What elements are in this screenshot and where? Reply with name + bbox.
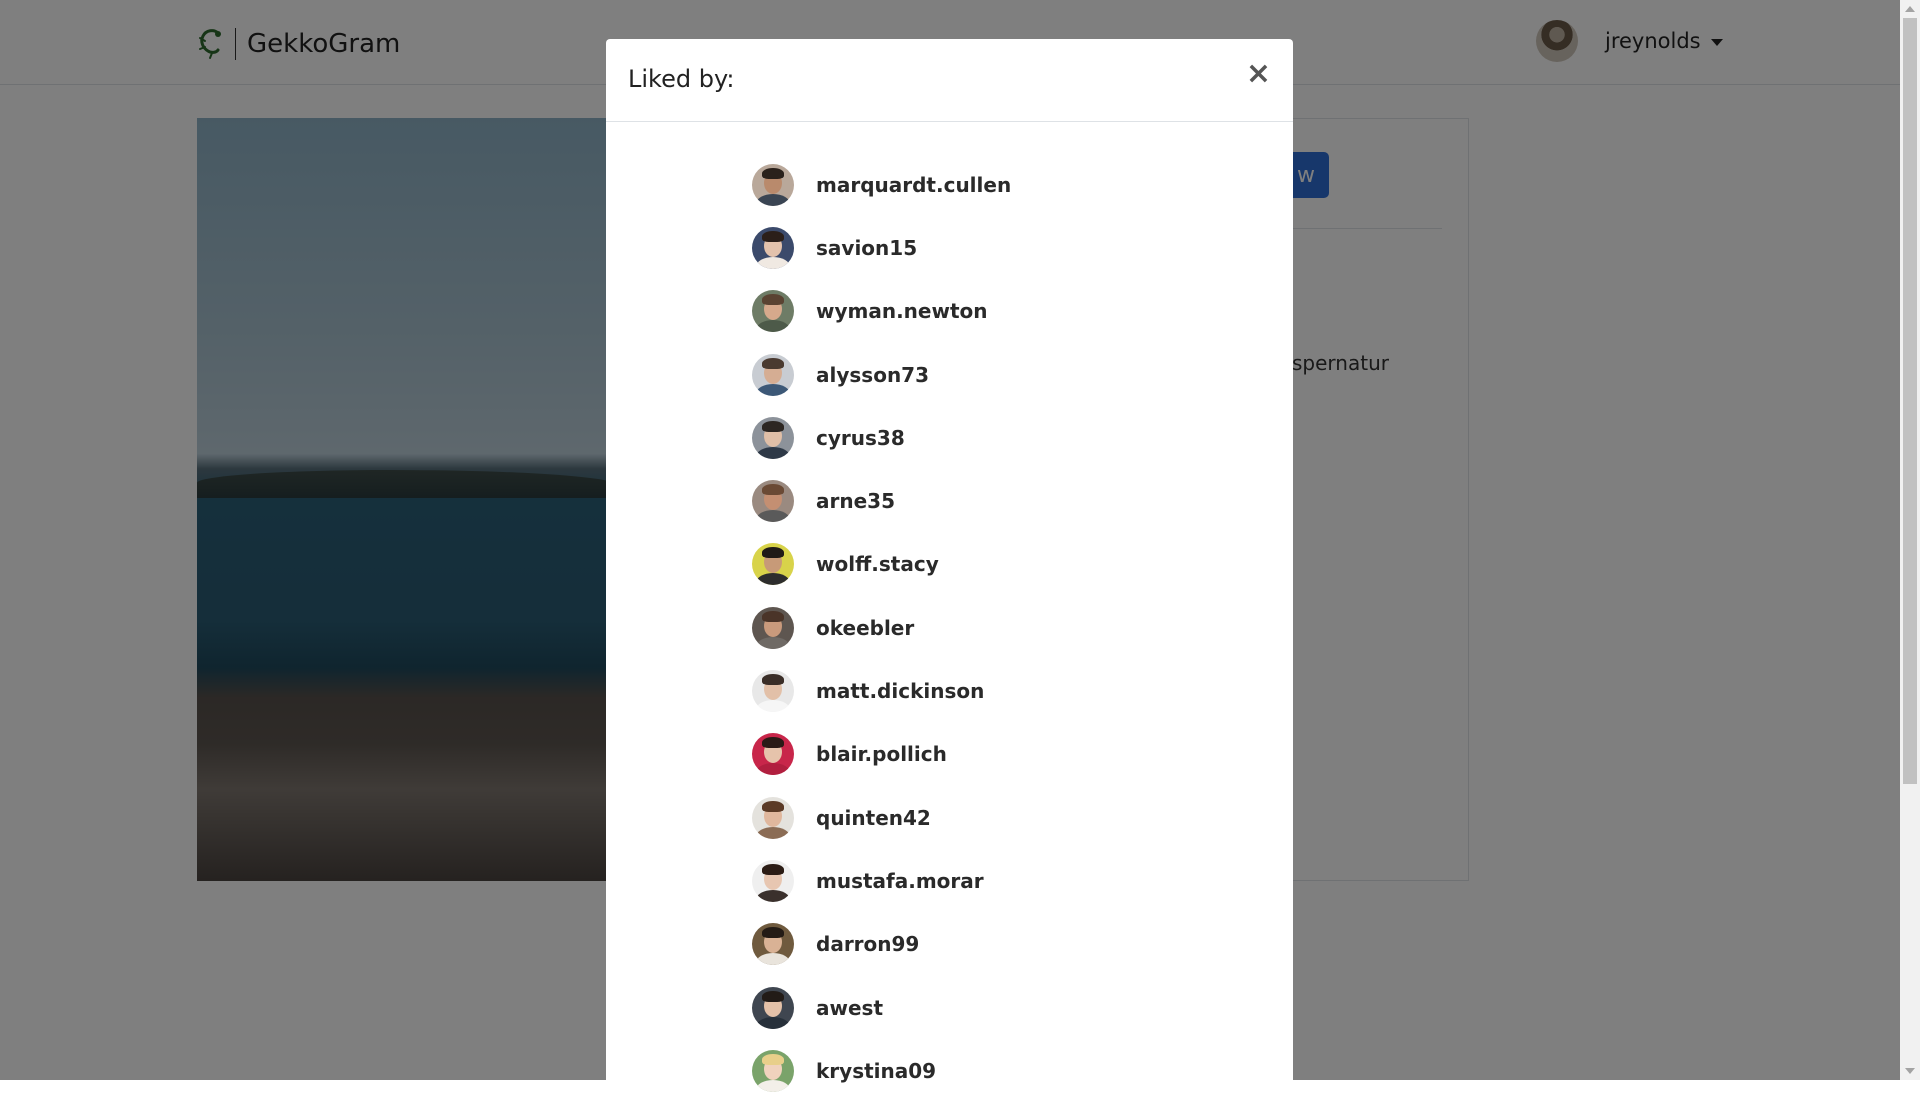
- avatar-hair: [762, 927, 784, 939]
- liker-avatar[interactable]: [752, 353, 794, 396]
- modal-header: Liked by: ×: [606, 39, 1293, 122]
- like-list-item[interactable]: mustafa.morar: [752, 849, 1011, 912]
- liker-username[interactable]: awest: [816, 996, 883, 1020]
- liker-username[interactable]: wolff.stacy: [816, 552, 939, 576]
- avatar-shoulders: [756, 763, 790, 776]
- modal-title: Liked by:: [628, 65, 735, 93]
- like-list-item[interactable]: wyman.newton: [752, 280, 1011, 343]
- liker-username[interactable]: alysson73: [816, 363, 929, 387]
- liker-username[interactable]: savion15: [816, 236, 917, 260]
- liker-username[interactable]: matt.dickinson: [816, 679, 984, 703]
- avatar-hair: [762, 610, 784, 622]
- avatar-hair: [762, 294, 784, 306]
- avatar-hair: [762, 484, 784, 496]
- like-list-item[interactable]: matt.dickinson: [752, 659, 1011, 722]
- like-list-item[interactable]: cyrus38: [752, 406, 1011, 469]
- scroll-up-arrow-icon[interactable]: [1905, 6, 1915, 12]
- liker-username[interactable]: quinten42: [816, 806, 931, 830]
- liker-username[interactable]: wyman.newton: [816, 299, 988, 323]
- liker-avatar[interactable]: [752, 859, 794, 902]
- avatar-shoulders: [756, 1079, 790, 1092]
- avatar-shoulders: [756, 383, 790, 396]
- avatar-hair: [762, 863, 784, 875]
- liker-avatar[interactable]: [752, 543, 794, 586]
- avatar-shoulders: [756, 1016, 790, 1029]
- like-list-item[interactable]: krystina09: [752, 1039, 1011, 1102]
- liker-username[interactable]: cyrus38: [816, 426, 905, 450]
- avatar-shoulders: [756, 700, 790, 713]
- liker-username[interactable]: marquardt.cullen: [816, 173, 1011, 197]
- avatar-hair: [762, 167, 784, 179]
- avatar-hair: [762, 737, 784, 749]
- liker-username[interactable]: krystina09: [816, 1059, 936, 1083]
- close-icon[interactable]: ×: [1246, 59, 1271, 89]
- liker-username[interactable]: mustafa.morar: [816, 869, 984, 893]
- liker-username[interactable]: darron99: [816, 932, 919, 956]
- avatar-hair: [762, 1053, 784, 1065]
- like-list-item[interactable]: quinten42: [752, 786, 1011, 849]
- like-list-item[interactable]: blair.pollich: [752, 723, 1011, 786]
- liker-avatar[interactable]: [752, 480, 794, 523]
- avatar-hair: [762, 357, 784, 369]
- like-list-item[interactable]: alysson73: [752, 343, 1011, 406]
- avatar-hair: [762, 420, 784, 432]
- liker-avatar[interactable]: [752, 1049, 794, 1092]
- like-list-item[interactable]: okeebler: [752, 596, 1011, 659]
- like-list-item[interactable]: arne35: [752, 469, 1011, 532]
- page-scrollbar[interactable]: [1900, 0, 1920, 1080]
- avatar-hair: [762, 230, 784, 242]
- liker-avatar[interactable]: [752, 290, 794, 333]
- avatar-shoulders: [756, 573, 790, 586]
- like-list-item[interactable]: darron99: [752, 913, 1011, 976]
- like-list-item[interactable]: marquardt.cullen: [752, 153, 1011, 216]
- liker-username[interactable]: okeebler: [816, 616, 914, 640]
- avatar-shoulders: [756, 320, 790, 333]
- liker-avatar[interactable]: [752, 733, 794, 776]
- like-list-item[interactable]: savion15: [752, 216, 1011, 279]
- avatar-hair: [762, 990, 784, 1002]
- liker-username[interactable]: arne35: [816, 489, 895, 513]
- liker-avatar[interactable]: [752, 923, 794, 966]
- liker-avatar[interactable]: [752, 670, 794, 713]
- avatar-shoulders: [756, 953, 790, 966]
- scrollbar-thumb[interactable]: [1903, 18, 1917, 784]
- avatar-hair: [762, 674, 784, 686]
- avatar-shoulders: [756, 446, 790, 459]
- liker-username[interactable]: blair.pollich: [816, 742, 947, 766]
- likes-list: marquardt.cullen savion15 wyman.newton alys…: [752, 153, 1011, 1102]
- avatar-hair: [762, 547, 784, 559]
- avatar-shoulders: [756, 636, 790, 649]
- avatar-shoulders: [756, 826, 790, 839]
- like-list-item[interactable]: awest: [752, 976, 1011, 1039]
- liker-avatar[interactable]: [752, 796, 794, 839]
- liker-avatar[interactable]: [752, 606, 794, 649]
- likes-modal: Liked by: × marquardt.cullen savion15 wyma…: [606, 39, 1293, 1099]
- liker-avatar[interactable]: [752, 226, 794, 269]
- like-list-item[interactable]: wolff.stacy: [752, 533, 1011, 596]
- scroll-down-arrow-icon[interactable]: [1905, 1068, 1915, 1074]
- liker-avatar[interactable]: [752, 986, 794, 1029]
- avatar-shoulders: [756, 193, 790, 206]
- avatar-shoulders: [756, 256, 790, 269]
- liker-avatar[interactable]: [752, 416, 794, 459]
- avatar-shoulders: [756, 889, 790, 902]
- liker-avatar[interactable]: [752, 163, 794, 206]
- avatar-hair: [762, 800, 784, 812]
- avatar-shoulders: [756, 510, 790, 523]
